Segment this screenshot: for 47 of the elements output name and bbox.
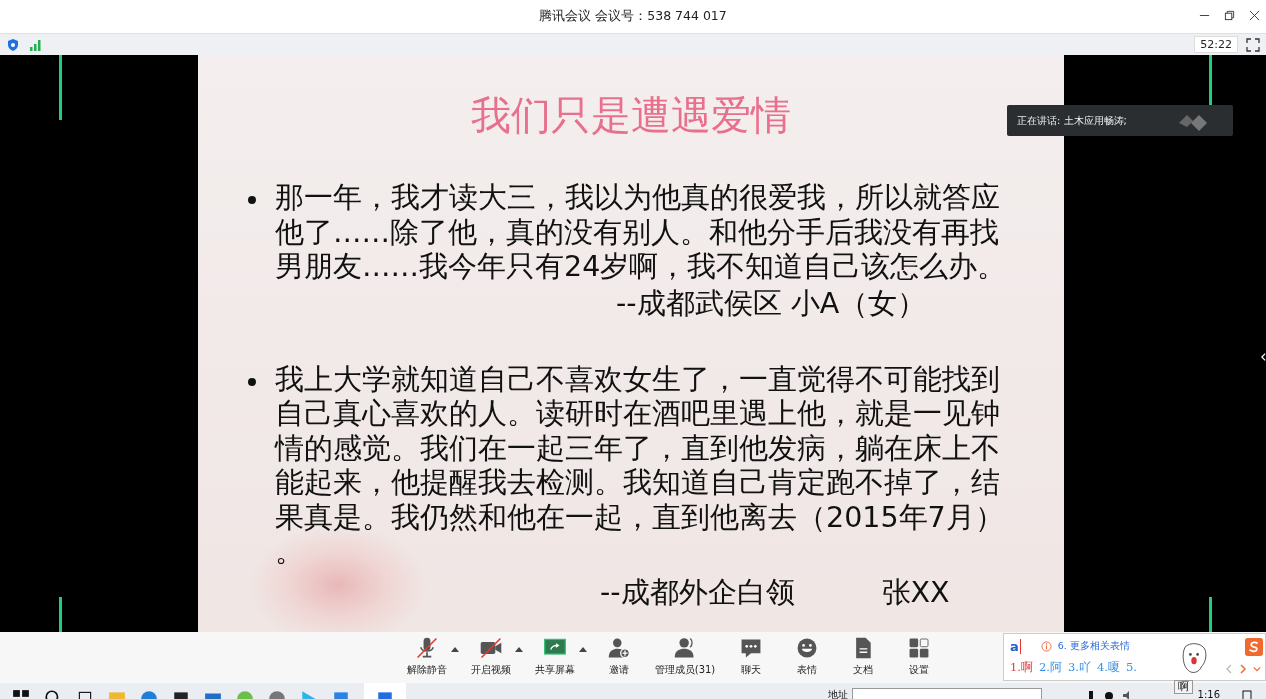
window-title: 腾讯会议 会议号：538 744 017 <box>539 8 727 25</box>
address-label: 地址 <box>827 689 848 699</box>
candidate-item[interactable]: 5. <box>1125 660 1137 675</box>
shield-icon[interactable] <box>6 37 20 52</box>
meeting-timer: 52:22 <box>1194 36 1238 53</box>
tray-icon[interactable] <box>1103 690 1114 699</box>
toolbar-button[interactable]: 聊天 <box>727 632 776 677</box>
bullet-icon <box>248 196 256 204</box>
grid-icon <box>907 636 932 660</box>
expand-icon[interactable] <box>1253 664 1261 674</box>
toolbar-button[interactable]: 解除静音 <box>402 632 451 677</box>
restore-icon[interactable] <box>1224 10 1235 21</box>
toolbar-button[interactable]: 表情 <box>783 632 832 677</box>
attribution-text: --成都武侯区 小A（女） <box>616 286 928 321</box>
slide-title: 我们只是遭遇爱情 <box>471 91 791 140</box>
caret-icon[interactable] <box>450 646 459 652</box>
bullet-paragraph: 那一年，我才读大三，我以为他真的很爱我，所以就答应 他了……除了他，真的没有别人。和他分手后我没有再找 男朋友……我今年只有24岁啊，我不知道自己该怎么办。 <box>275 181 1007 285</box>
candidate-item[interactable]: 3.吖 <box>1067 660 1091 675</box>
close-icon[interactable] <box>1249 10 1260 21</box>
toolbar-button[interactable]: 邀请 <box>594 632 643 677</box>
candidate-item[interactable]: 1.啊 <box>1010 660 1033 675</box>
more-emoticons-link[interactable]: 6. 更多相关表情 <box>1057 639 1130 653</box>
candidate-item[interactable]: 4.嗄 <box>1096 660 1120 675</box>
toolbar-button[interactable]: 设置 <box>895 632 944 677</box>
bullet-icon <box>248 377 256 386</box>
toolbar-button[interactable]: 文档 <box>839 632 888 677</box>
ime-input-text: a <box>1010 638 1021 654</box>
toolbar-button[interactable]: 管理成员(31) <box>650 632 720 677</box>
caret-icon[interactable] <box>578 646 587 652</box>
toolbar-button[interactable]: 共享屏幕 <box>530 632 579 677</box>
info-icon <box>1040 640 1052 652</box>
candidate-item[interactable]: 2.阿 <box>1039 660 1062 675</box>
bullet-paragraph: 我上大学就知道自己不喜欢女生了，一直觉得不可能找到 自己真心喜欢的人。读研时在酒吧里遇上他，就是一见钟 情的感觉。我们在一起三年了，直到他发病，躺在床上不 能起来，他提醒我去检测。我知道自己肯定跑不掉了，结 果真是。我仍然和他在一起，直到他离去（2015年7月） 。 <box>275 362 1004 570</box>
address-field[interactable] <box>851 688 1042 699</box>
notification-icon[interactable] <box>1242 690 1252 699</box>
s-logo-icon[interactable] <box>1245 638 1263 656</box>
clock: 1:16 <box>1197 689 1220 699</box>
volume-icon[interactable] <box>1121 690 1132 699</box>
speaker-label: 正在讲话: 土木应用畅涛; <box>1017 113 1127 128</box>
next-icon[interactable] <box>1239 664 1247 674</box>
caret-icon[interactable] <box>514 646 523 652</box>
fullscreen-icon[interactable] <box>1246 37 1260 52</box>
toolbar-button[interactable]: 开启视频 <box>466 632 515 677</box>
signal-icon[interactable] <box>28 37 42 52</box>
add-person-icon <box>606 636 631 660</box>
tooltip: 啊 <box>1174 680 1193 694</box>
attribution-text: --成都外企白领 张XX <box>600 575 951 610</box>
